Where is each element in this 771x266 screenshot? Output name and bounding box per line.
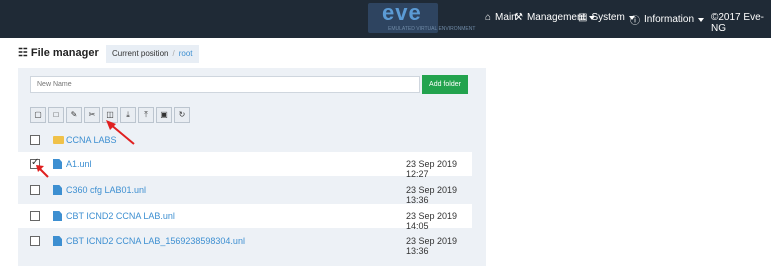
list-item[interactable]: CBT ICND2 CCNA LAB.unl 23 Sep 2019 14:05 [18, 204, 472, 231]
file-icon [53, 185, 62, 195]
upload-icon[interactable]: ⤒ [138, 107, 154, 123]
select-all-icon[interactable]: ▢ [30, 107, 46, 123]
row-checkbox[interactable] [30, 211, 40, 221]
row-checkbox[interactable] [30, 135, 40, 145]
chevron-down-icon [698, 17, 705, 22]
file-toolbar: ▢ □ ✎ ✂ ◫ ⤓ ⤒ ▣ ↻ [30, 107, 192, 123]
refresh-icon[interactable]: ↻ [174, 107, 190, 123]
wrench-icon: ⚒ [514, 12, 523, 23]
eve-logo-subtitle: EMULATED VIRTUAL ENVIRONMENT [388, 26, 476, 32]
hdd-icon: ▤ [578, 12, 588, 23]
eve-logo-text: eve [382, 0, 422, 25]
nav-system-label: System [591, 12, 625, 23]
file-name[interactable]: A1.unl [66, 159, 92, 169]
file-date: 23 Sep 2019 13:36 [406, 185, 458, 205]
list-item[interactable]: C360 cfg LAB01.unl 23 Sep 2019 13:36 [18, 178, 472, 205]
page-title: ☷ File manager [18, 46, 99, 60]
add-folder-button[interactable]: Add folder [422, 75, 468, 94]
list-item[interactable]: A1.unl 23 Sep 2019 12:27 [18, 152, 472, 179]
nav-information-label: Information [644, 14, 695, 25]
list-item-folder[interactable]: CCNA LABS [18, 128, 472, 152]
nav-information[interactable]: ⓘ Information [630, 12, 705, 27]
row-checkbox-checked[interactable] [30, 157, 40, 169]
file-name[interactable]: C360 cfg LAB01.unl [66, 185, 146, 195]
trash-icon[interactable]: ◫ [102, 107, 118, 123]
page-title-text: File manager [30, 46, 99, 59]
file-icon[interactable]: □ [48, 107, 64, 123]
row-checkbox[interactable] [30, 185, 40, 195]
nav-system[interactable]: ▤ System [578, 12, 635, 23]
scissors-icon[interactable]: ✂ [84, 107, 100, 123]
info-icon: ⓘ [630, 16, 640, 27]
breadcrumb-separator: / [172, 49, 175, 58]
home-icon: ⌂ [485, 12, 492, 23]
nav-management-label: Management [526, 12, 586, 23]
export-icon[interactable]: ▣ [156, 107, 172, 123]
breadcrumb: Current position / root [106, 45, 199, 63]
row-checkbox[interactable] [30, 236, 40, 246]
new-name-input[interactable] [30, 76, 420, 93]
file-date: 23 Sep 2019 14:05 [406, 211, 458, 231]
file-name[interactable]: CBT ICND2 CCNA LAB.unl [66, 211, 175, 221]
nav-main[interactable]: ⌂ Main [485, 12, 517, 23]
list-item[interactable]: CBT ICND2 CCNA LAB_1569238598304.unl 23 … [18, 229, 472, 256]
file-icon [53, 211, 62, 221]
breadcrumb-label: Current position [112, 49, 169, 58]
breadcrumb-root[interactable]: root [179, 49, 193, 58]
file-date: 23 Sep 2019 13:36 [406, 236, 458, 256]
sitemap-icon: ☷ [18, 47, 28, 59]
file-icon [53, 159, 62, 169]
file-icon [53, 236, 62, 246]
file-name[interactable]: CBT ICND2 CCNA LAB_1569238598304.unl [66, 236, 245, 246]
pencil-icon[interactable]: ✎ [66, 107, 82, 123]
download-icon[interactable]: ⤓ [120, 107, 136, 123]
file-name[interactable]: CCNA LABS [66, 135, 117, 145]
copyright-text: ©2017 Eve-NG [711, 12, 764, 34]
folder-icon [53, 136, 64, 144]
file-date: 23 Sep 2019 12:27 [406, 159, 458, 179]
nav-copyright: ©2017 Eve-NG [711, 12, 771, 34]
